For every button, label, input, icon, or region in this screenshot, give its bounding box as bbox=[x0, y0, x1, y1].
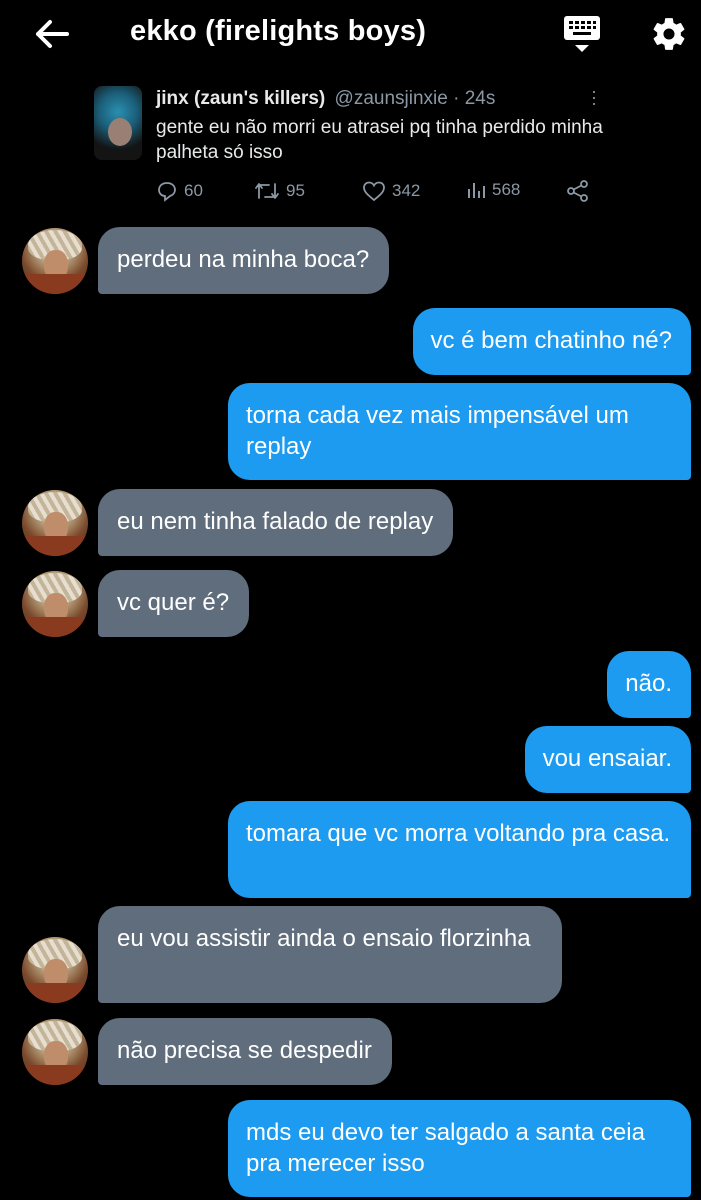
reply-icon bbox=[158, 182, 176, 202]
views-button[interactable]: 568 bbox=[466, 180, 520, 200]
message-outgoing[interactable]: torna cada vez mais impensável um replay bbox=[228, 383, 691, 480]
views-icon bbox=[468, 183, 485, 198]
message-outgoing[interactable]: vou ensaiar. bbox=[524, 726, 691, 793]
retweet-count: 95 bbox=[286, 181, 305, 200]
message-outgoing[interactable]: vc é bem chatinho né? bbox=[412, 308, 691, 375]
keyboard-icon bbox=[564, 16, 600, 52]
message-incoming[interactable]: vc quer é? bbox=[98, 570, 250, 637]
conversation-title: ekko (firelights boys) bbox=[130, 15, 427, 47]
settings-button[interactable] bbox=[645, 10, 693, 58]
more-vertical-icon[interactable]: · · · bbox=[588, 82, 598, 112]
reply-count: 60 bbox=[184, 181, 203, 200]
avatar[interactable] bbox=[22, 1019, 88, 1085]
conversation-header: ekko (firelights boys) bbox=[0, 0, 701, 70]
reply-button[interactable]: 60 bbox=[156, 180, 203, 202]
retweet-button[interactable]: 95 bbox=[254, 180, 305, 202]
tweet-text: gente eu não morri eu atrasei pq tinha p… bbox=[156, 117, 603, 163]
back-button[interactable] bbox=[30, 12, 74, 56]
retweet-icon bbox=[255, 183, 279, 199]
keyboard-button[interactable] bbox=[558, 12, 606, 56]
message-incoming[interactable]: eu vou assistir ainda o ensaio florzinha bbox=[98, 906, 562, 1003]
tweet-author-avatar[interactable] bbox=[94, 86, 142, 160]
message-incoming[interactable]: eu nem tinha falado de replay bbox=[98, 489, 454, 556]
avatar[interactable] bbox=[22, 228, 88, 294]
arrow-left-icon bbox=[36, 20, 69, 48]
message-outgoing[interactable]: mds eu devo ter salgado a santa ceia pra… bbox=[228, 1100, 691, 1197]
avatar[interactable] bbox=[22, 490, 88, 556]
avatar[interactable] bbox=[22, 937, 88, 1003]
tweet-actions: 60 95 342 568 bbox=[156, 180, 596, 206]
share-button[interactable] bbox=[566, 180, 590, 202]
like-count: 342 bbox=[392, 181, 421, 200]
heart-icon bbox=[363, 181, 385, 202]
message-outgoing[interactable]: tomara que vc morra voltando pra casa. bbox=[228, 801, 691, 898]
message-outgoing[interactable]: não. bbox=[607, 651, 691, 718]
embedded-tweet[interactable]: jinx (zaun's killers) @zaunsjinxie · 24s… bbox=[90, 80, 610, 220]
share-icon bbox=[567, 180, 588, 202]
gear-icon bbox=[653, 18, 685, 50]
tweet-author: jinx (zaun's killers) @zaunsjinxie · 24s bbox=[156, 88, 495, 110]
message-incoming[interactable]: não precisa se despedir bbox=[98, 1018, 392, 1085]
message-incoming[interactable]: perdeu na minha boca? bbox=[98, 227, 390, 294]
views-count: 568 bbox=[492, 180, 521, 199]
tweet-author-name[interactable]: jinx (zaun's killers) bbox=[156, 88, 325, 109]
tweet-author-handle: @zaunsjinxie · 24s bbox=[334, 88, 496, 109]
avatar[interactable] bbox=[22, 571, 88, 637]
like-button[interactable]: 342 bbox=[362, 180, 420, 202]
